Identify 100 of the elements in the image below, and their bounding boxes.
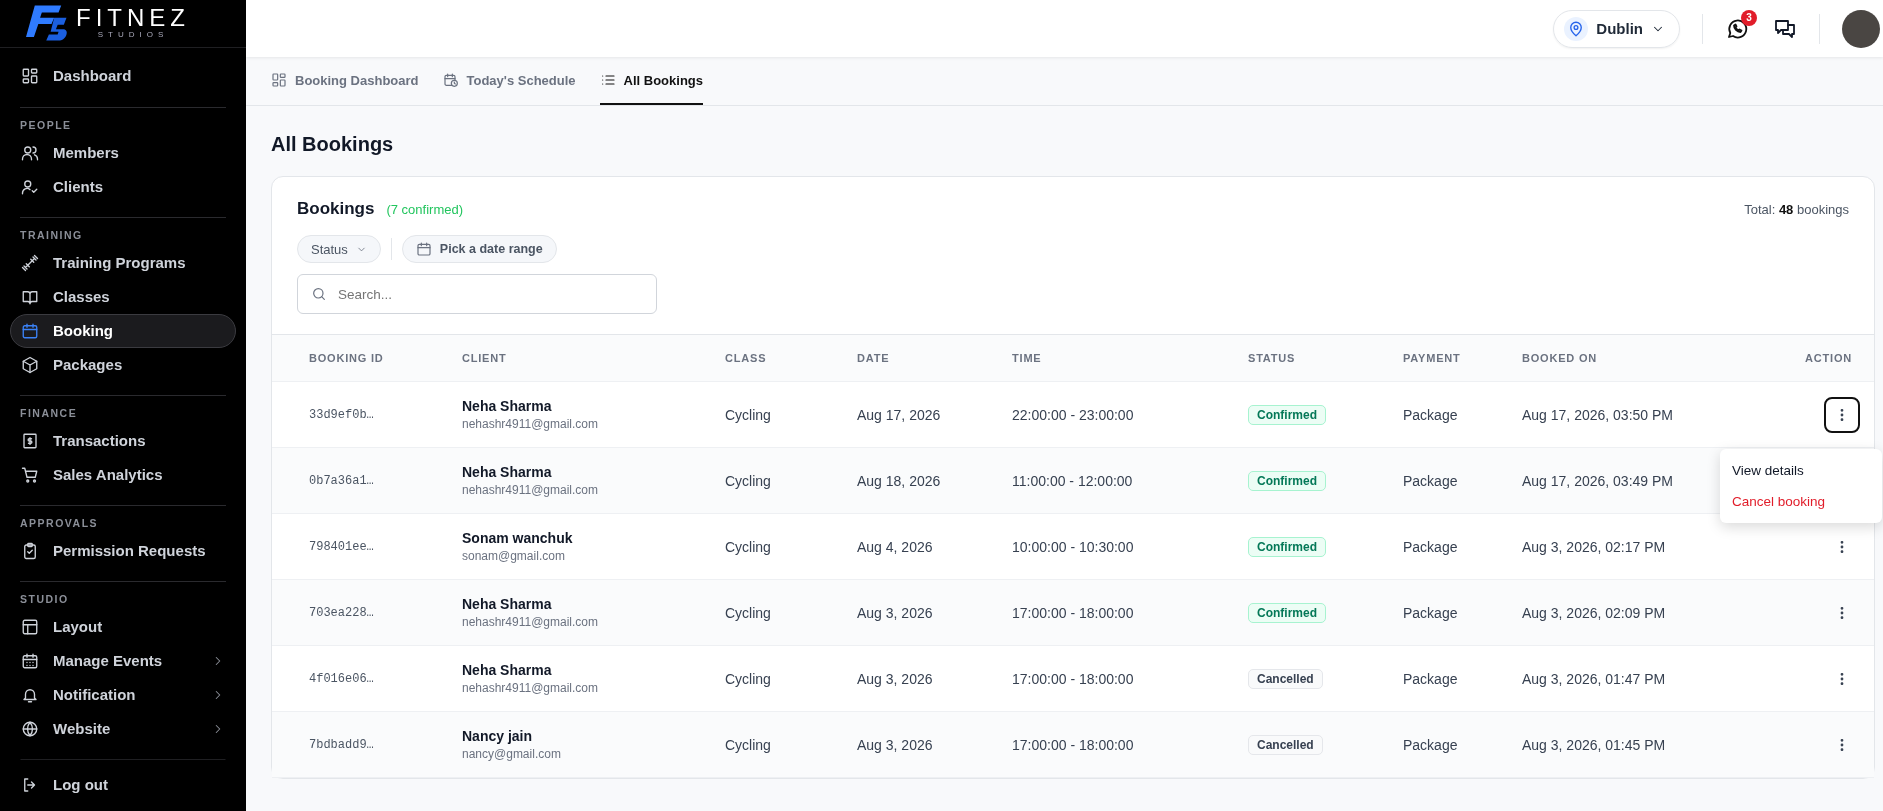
menu-item[interactable]: Cancel booking xyxy=(1720,485,1882,517)
column-header: CLIENT xyxy=(462,352,508,364)
receipt-icon xyxy=(21,431,39,450)
sidebar-item[interactable]: Layout xyxy=(10,609,236,644)
search-field[interactable]: Search... xyxy=(297,274,657,314)
sidebar-item[interactable]: Booking xyxy=(10,313,236,348)
box-icon xyxy=(21,355,39,374)
sidebar-item[interactable]: Packages xyxy=(10,347,236,382)
sidebar-item[interactable]: Notification xyxy=(10,677,236,712)
booking-date: Aug 3, 2026 xyxy=(857,736,934,753)
client-name: Neha Sharma xyxy=(462,596,553,612)
client-name: Nancy jain xyxy=(462,728,534,744)
class-name: Cycling xyxy=(725,670,772,687)
dumbbell-icon xyxy=(21,253,39,272)
client-email: nehashr4911@gmail.com xyxy=(462,417,600,431)
time-range: 22:00:00 - 23:00:00 xyxy=(1012,406,1135,423)
booking-id: 33d9ef0b… xyxy=(309,407,375,422)
class-name: Cycling xyxy=(725,736,772,753)
client-email: nehashr4911@gmail.com xyxy=(462,483,600,497)
booking-date: Aug 3, 2026 xyxy=(857,604,934,621)
column-header: STATUS xyxy=(1248,352,1297,364)
client-name: Neha Sharma xyxy=(462,398,553,414)
column-header: TIME xyxy=(1012,352,1043,364)
booking-id: 0b7a36a1… xyxy=(309,473,375,488)
payment-type: Package xyxy=(1403,538,1459,555)
payment-type: Package xyxy=(1403,736,1459,753)
class-name: Cycling xyxy=(725,604,772,621)
sidebar-item[interactable]: Website xyxy=(10,711,236,746)
grid-icon xyxy=(271,72,287,88)
class-name: Cycling xyxy=(725,472,772,489)
column-header: BOOKING ID xyxy=(309,352,385,364)
class-name: Cycling xyxy=(725,538,772,555)
sidebar-item[interactable]: Dashboard xyxy=(10,58,236,93)
tab[interactable]: All Bookings xyxy=(599,57,703,105)
column-header: PAYMENT xyxy=(1403,352,1462,364)
sidebar-item[interactable]: Manage Events xyxy=(10,643,236,678)
status-badge: Confirmed xyxy=(1248,536,1326,557)
brand-tagline: STUDIOS xyxy=(97,30,169,41)
sidebar-item[interactable]: Permission Requests xyxy=(10,533,236,568)
tab[interactable]: Today's Schedule xyxy=(442,57,576,105)
booking-date: Aug 4, 2026 xyxy=(857,538,934,555)
status-badge: Confirmed xyxy=(1248,470,1326,491)
column-header: DATE xyxy=(857,352,891,364)
sidebar-item[interactable]: Classes xyxy=(10,279,236,314)
confirmed-count: (7 confirmed) xyxy=(386,201,464,217)
time-range: 10:00:00 - 10:30:00 xyxy=(1012,538,1135,555)
column-header: CLASS xyxy=(725,352,768,364)
logout-button[interactable]: Log out xyxy=(20,758,226,801)
sidebar-item[interactable]: Training Programs xyxy=(10,245,236,280)
more-button[interactable] xyxy=(1824,396,1860,433)
class-name: Cycling xyxy=(725,406,772,423)
section-label: STUDIO xyxy=(20,591,70,607)
sidebar-item[interactable]: Clients xyxy=(10,169,236,204)
time-range: 17:00:00 - 18:00:00 xyxy=(1012,604,1135,621)
brand-name: FITNEZ xyxy=(76,6,190,31)
booking-date: Aug 18, 2026 xyxy=(857,472,942,489)
time-range: 17:00:00 - 18:00:00 xyxy=(1012,736,1135,753)
section-label: FINANCE xyxy=(20,405,79,421)
avatar[interactable] xyxy=(1842,9,1880,48)
status-badge: Confirmed xyxy=(1248,404,1326,425)
total-bookings: Total: 48 bookings xyxy=(1744,201,1849,217)
sidebar-item[interactable]: Transactions xyxy=(10,423,236,458)
clipboard-check-icon xyxy=(21,541,39,560)
payment-type: Package xyxy=(1403,406,1459,423)
booking-id: 4f016e06… xyxy=(309,671,375,686)
client-email: nehashr4911@gmail.com xyxy=(462,615,600,629)
booked-on: Aug 3, 2026, 01:45 PM xyxy=(1522,736,1667,753)
client-name: Neha Sharma xyxy=(462,464,553,480)
booking-date: Aug 17, 2026 xyxy=(857,406,942,423)
section-label: PEOPLE xyxy=(20,117,73,133)
date-range-picker[interactable]: Pick a date range xyxy=(401,235,557,263)
card-title: Bookings xyxy=(297,199,375,219)
column-header: BOOKED ON xyxy=(1522,352,1599,364)
globe-icon xyxy=(21,719,39,738)
booked-on: Aug 3, 2026, 02:09 PM xyxy=(1522,604,1667,621)
menu-item[interactable]: View details xyxy=(1720,454,1882,486)
status-badge: Confirmed xyxy=(1248,602,1326,623)
list-icon xyxy=(599,72,616,88)
calendar-icon xyxy=(415,241,432,257)
cart-icon xyxy=(21,465,39,484)
calendar-icon xyxy=(21,321,39,340)
logo-mark-icon xyxy=(26,3,70,44)
section-label: APPROVALS xyxy=(20,515,100,531)
column-header: ACTION xyxy=(1804,352,1852,364)
booked-on: Aug 3, 2026, 02:17 PM xyxy=(1522,538,1667,555)
status-filter[interactable]: Status xyxy=(297,235,381,263)
tab[interactable]: Booking Dashboard xyxy=(271,57,419,105)
client-name: Neha Sharma xyxy=(462,662,553,678)
sidebar-item[interactable]: Sales Analytics xyxy=(10,457,236,492)
grid-icon xyxy=(21,66,39,85)
page-title: All Bookings xyxy=(271,133,395,156)
booking-id: 703ea228… xyxy=(309,605,375,620)
booked-on: Aug 3, 2026, 01:47 PM xyxy=(1522,670,1667,687)
status-badge: Cancelled xyxy=(1248,668,1323,689)
layout-icon xyxy=(21,617,39,636)
client-email: nancy@gmail.com xyxy=(462,747,562,761)
user-check-icon xyxy=(21,177,39,196)
time-range: 17:00:00 - 18:00:00 xyxy=(1012,670,1135,687)
client-email: nehashr4911@gmail.com xyxy=(462,681,600,695)
sidebar-item[interactable]: Members xyxy=(10,135,236,170)
